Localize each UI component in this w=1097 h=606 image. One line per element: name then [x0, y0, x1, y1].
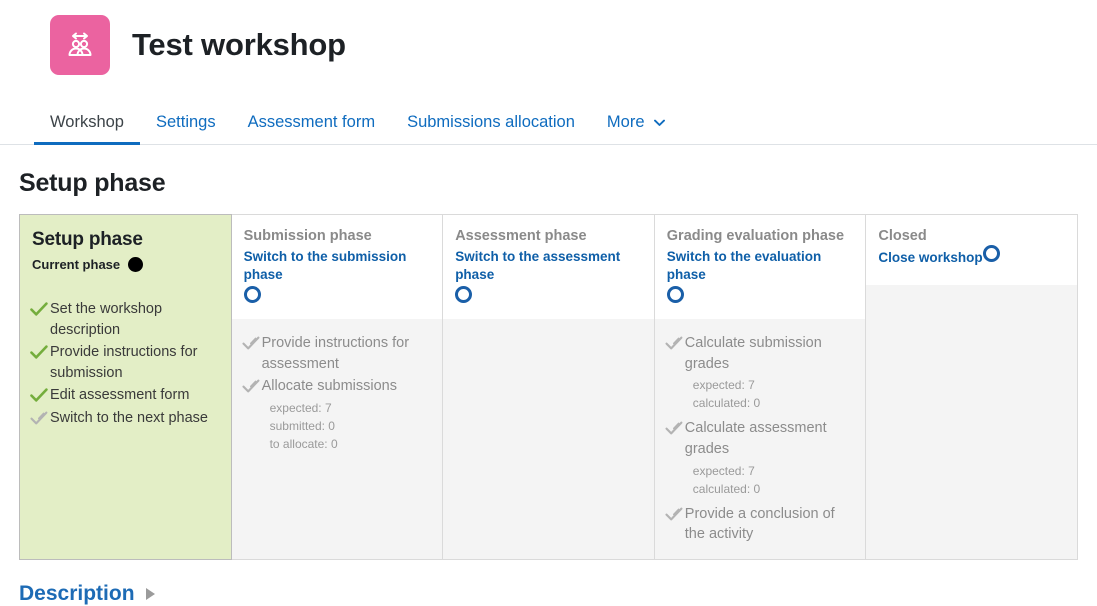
phase-switch-radio[interactable] [455, 286, 642, 308]
page-section-title: Setup phase [19, 169, 166, 197]
phase-switch-link[interactable]: Close workshop [878, 249, 982, 267]
tab-more[interactable]: More [591, 112, 681, 145]
phase-switch-row: Close workshop [878, 245, 1065, 267]
phase-task-label: Set the workshop description [50, 301, 163, 338]
current-phase-dot-icon [128, 256, 144, 272]
phase-task-detail-line: to allocate: 0 [269, 436, 338, 451]
chevron-down-icon [654, 117, 666, 129]
phase-task: Set the workshop description [28, 299, 219, 340]
tab-settings-label: Settings [155, 112, 216, 131]
phase-task-list [443, 319, 654, 559]
phase-task: Edit assessment form [28, 385, 219, 406]
phase-task-label: Allocate submissions [261, 378, 397, 395]
circle-outline-icon[interactable] [982, 245, 1000, 263]
check-done-icon [28, 299, 50, 319]
phase-task-detail-line: submitted: 0 [269, 418, 335, 433]
phase-task-list: Provide instructions for assessment Alloc… [231, 319, 443, 559]
phase-column-submission-phase: Submission phase Switch to the submission… [231, 214, 444, 560]
phase-task: Calculate assessment grades [663, 418, 854, 459]
workshop-people-arrow-icon [50, 15, 110, 75]
phase-switch-radio[interactable] [243, 286, 431, 308]
phase-task-detail-line: calculated: 0 [692, 396, 761, 411]
phase-header: Setup phase Current phase [20, 215, 231, 285]
phase-task-label: Calculate assessment grades [684, 420, 827, 457]
tab-settings[interactable]: Settings [140, 112, 232, 145]
phase-column-closed: Closed Close workshop [866, 214, 1078, 560]
circle-outline-icon[interactable] [243, 286, 261, 304]
check-pending-icon [663, 333, 685, 353]
current-phase-label: Current phase [32, 256, 121, 272]
description-heading[interactable]: Description [19, 582, 135, 606]
phase-task-list [866, 285, 1077, 559]
phase-column-setup-phase: Setup phase Current phase Set the workshop… [19, 214, 232, 560]
phase-task-details: expected: 7 calculated: 0 [693, 376, 854, 412]
phase-column-grading-evaluation-phase: Grading evaluation phase Switch to the ev… [654, 214, 867, 560]
phase-task: Provide a conclusion of the activity [663, 504, 854, 545]
phase-switch-radio[interactable] [982, 245, 1000, 267]
phase-switch-link[interactable]: Switch to the assessment phase [455, 248, 642, 283]
phase-switch-row: Switch to the assessment phase [455, 248, 642, 308]
phase-name: Assessment phase [455, 228, 587, 244]
tab-submissions-allocation[interactable]: Submissions allocation [391, 112, 591, 145]
phase-switch-row: Switch to the evaluation phase [666, 248, 854, 308]
phase-task-detail-line: expected: 7 [269, 400, 332, 415]
check-done-icon [28, 385, 50, 405]
tab-workshop-label: Workshop [50, 112, 124, 131]
check-pending-icon [240, 376, 262, 396]
tab-assessment-form[interactable]: Assessment form [232, 112, 391, 145]
phase-switch-row: Switch to the submission phase [243, 248, 431, 308]
check-pending-icon [240, 333, 262, 353]
phase-task-label: Calculate submission grades [684, 335, 822, 372]
workshop-phase-table: Setup phase Current phase Set the workshop… [19, 214, 1078, 560]
phase-task-detail-line: expected: 7 [692, 463, 755, 478]
circle-outline-icon[interactable] [455, 286, 473, 304]
phase-task: Allocate submissions [240, 376, 431, 397]
phase-task-label: Provide a conclusion of the activity [684, 505, 835, 543]
phase-header: Grading evaluation phase Switch to the ev… [654, 215, 866, 320]
circle-outline-icon[interactable] [666, 286, 684, 304]
phase-task: Switch to the next phase [28, 408, 219, 429]
phase-task: Provide instructions for submission [28, 342, 219, 383]
description-section: Description [19, 582, 1097, 606]
phase-switch-link[interactable]: Switch to the submission phase [244, 248, 431, 283]
phase-task-detail-line: calculated: 0 [692, 481, 761, 496]
tab-assessment-form-label: Assessment form [247, 112, 376, 131]
phase-name: Closed [878, 228, 927, 244]
current-phase-badge: Current phase [32, 256, 219, 272]
check-pending-icon [28, 408, 50, 428]
phase-name: Setup phase [32, 229, 143, 250]
phase-task-details: expected: 7 calculated: 0 [693, 462, 854, 498]
phase-header: Closed Close workshop [866, 215, 1077, 285]
phase-switch-link[interactable]: Switch to the evaluation phase [667, 248, 854, 283]
phase-task-label: Edit assessment form [50, 387, 190, 404]
primary-nav-tabs: Workshop Settings Assessment form Submis… [0, 98, 1097, 145]
phase-task-list: Set the workshop description Provide inst… [20, 285, 231, 559]
phase-header: Submission phase Switch to the submission… [231, 215, 443, 320]
phase-header: Assessment phase Switch to the assessment… [443, 215, 654, 320]
phase-task-label: Switch to the next phase [50, 409, 208, 426]
phase-task-label: Provide instructions for assessment [261, 335, 410, 372]
tab-more-label: More [606, 112, 645, 131]
activity-title-row: Test workshop [0, 14, 1097, 76]
phase-column-assessment-phase: Assessment phase Switch to the assessment… [443, 214, 655, 560]
phase-switch-radio[interactable] [666, 286, 854, 308]
phase-task: Calculate submission grades [663, 333, 854, 374]
tab-submissions-allocation-label: Submissions allocation [407, 112, 575, 131]
phase-name: Submission phase [243, 228, 372, 244]
phase-task-label: Provide instructions for submission [50, 344, 198, 381]
page-header: Test workshop Workshop Settings Assessme… [0, 0, 1097, 145]
page-title: Test workshop [132, 27, 346, 62]
check-done-icon [28, 342, 50, 362]
phase-task-details: expected: 7 submitted: 0 to allocate: 0 [270, 399, 431, 453]
triangle-right-icon[interactable] [145, 587, 155, 600]
phase-task-detail-line: expected: 7 [692, 378, 755, 393]
check-pending-icon [663, 418, 685, 438]
tab-workshop[interactable]: Workshop [34, 112, 140, 145]
phase-name: Grading evaluation phase [666, 228, 845, 244]
check-pending-icon [663, 504, 685, 524]
phase-task: Provide instructions for assessment [240, 333, 431, 374]
phase-task-list: Calculate submission grades expected: 7 ca… [654, 319, 866, 559]
